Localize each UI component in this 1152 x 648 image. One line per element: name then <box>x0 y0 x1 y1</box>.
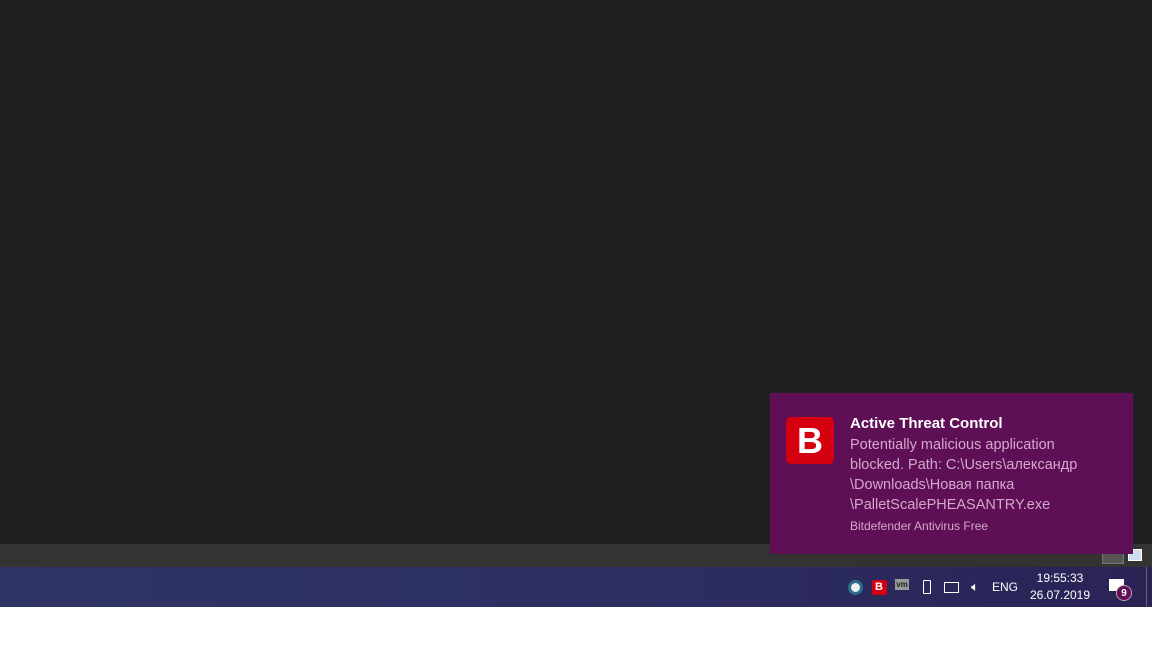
usb-eject-icon[interactable] <box>918 567 936 607</box>
volume-icon[interactable]: 🔈︎ <box>964 567 986 607</box>
body-line: blocked. Path: C:\Users\александр <box>850 457 1078 473</box>
yandex-icon[interactable] <box>845 567 865 607</box>
clock-time: 19:55:33 <box>1036 571 1084 585</box>
bitdefender-tray-letter: B <box>871 579 887 595</box>
body-line: \Downloads\Новая папка <box>850 477 1015 493</box>
language-indicator[interactable]: ENG <box>990 567 1020 607</box>
bitdefender-notification-toast[interactable]: B Active Threat Control Potentially mali… <box>770 393 1133 554</box>
notification-count-badge: 9 <box>1116 585 1132 601</box>
network-icon[interactable] <box>941 567 961 607</box>
body-line: Potentially malicious application <box>850 437 1055 453</box>
bitdefender-logo-icon: B <box>786 417 834 464</box>
action-center-button[interactable]: 9 <box>1104 567 1134 607</box>
show-desktop-button[interactable] <box>1146 567 1152 607</box>
bitdefender-icon[interactable]: B <box>870 567 888 607</box>
clock-date: 26.07.2019 <box>1029 588 1091 602</box>
notification-title: Active Threat Control <box>850 415 1003 432</box>
body-line: \PalletScalePHEASANTRY.exe <box>850 497 1051 513</box>
notification-body: Potentially malicious application blocke… <box>850 435 1120 515</box>
clock[interactable]: 19:55:33 26.07.2019 <box>1025 567 1095 607</box>
notification-source: Bitdefender Antivirus Free <box>850 519 989 533</box>
vmware-icon[interactable]: vm <box>893 567 911 607</box>
taskbar: B vm 🔈︎ ENG 19:55:33 26.07.2019 9 <box>0 567 1146 607</box>
vmware-label: vm <box>895 578 909 590</box>
